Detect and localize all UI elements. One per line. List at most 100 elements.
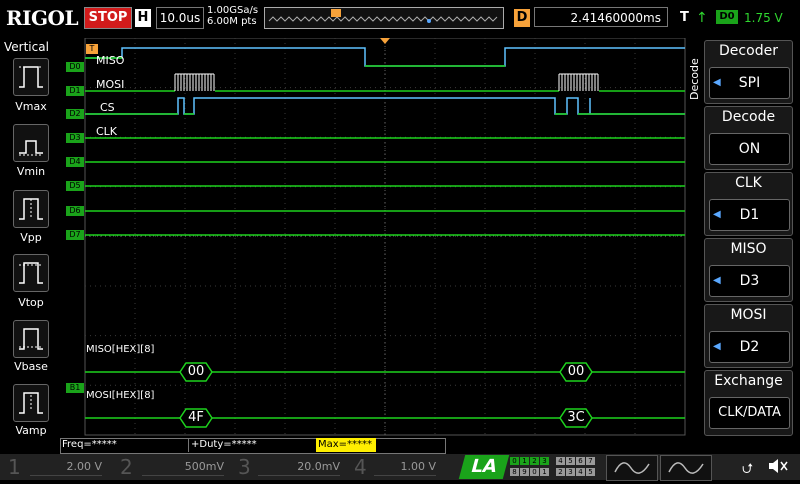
vmax-button[interactable] <box>13 58 49 96</box>
vbase-button[interactable] <box>13 320 49 358</box>
vmax-label: Vmax <box>15 100 47 113</box>
miso-frame-1-value: 00 <box>187 364 205 379</box>
vtop-label: Vtop <box>18 296 44 309</box>
clk-value[interactable]: ◀ D1 <box>709 199 790 231</box>
d5-tag[interactable]: D5 <box>66 181 84 191</box>
la-d9-indicator: 9 <box>520 468 529 476</box>
decode-state-value[interactable]: ON <box>709 133 790 165</box>
trigger-badge: T <box>680 10 689 25</box>
mosi-value[interactable]: ◀ D2 <box>709 331 790 363</box>
d2-tag[interactable]: D2 <box>66 109 84 119</box>
channel-4-status[interactable]: 4 1.00 V <box>348 454 448 480</box>
channel-3-scale: 20.0mV <box>258 459 340 476</box>
sine-wave-icon <box>668 462 704 474</box>
rising-edge-icon: ↑ <box>696 10 708 26</box>
vamp-label: Vamp <box>15 424 47 437</box>
vmin-icon <box>19 140 43 156</box>
la-d13-indicator: 3 <box>566 468 575 476</box>
mute-speaker-icon[interactable] <box>766 456 790 476</box>
la-d8-indicator: 8 <box>510 468 519 476</box>
channel-2-number: 2 <box>120 455 133 479</box>
signal-label-mosi: MOSI <box>96 78 125 91</box>
d3-tag[interactable]: D3 <box>66 133 84 143</box>
run-stop-status[interactable]: STOP <box>84 7 132 29</box>
vmin-label: Vmin <box>16 165 46 178</box>
la-d0-indicator: 0 <box>510 457 519 465</box>
channel-3-status[interactable]: 3 20.0mV <box>232 454 344 480</box>
d4-tag[interactable]: D4 <box>66 157 84 167</box>
mosi-menu-item[interactable]: MOSI ◀ D2 <box>704 304 793 368</box>
mosi-frame-1-value: 4F <box>188 410 204 425</box>
channel-2-status[interactable]: 2 500mV <box>116 454 228 480</box>
memory-depth: 6.00M pts <box>207 16 257 27</box>
clk-menu-item[interactable]: CLK ◀ D1 <box>704 172 793 236</box>
sine-wave-icon <box>614 462 650 474</box>
miso-value[interactable]: ◀ D3 <box>709 265 790 297</box>
d1-tag[interactable]: D1 <box>66 86 84 96</box>
waveform-grid <box>84 37 686 436</box>
channel-4-number: 4 <box>354 455 367 479</box>
vamp-icon <box>19 392 43 414</box>
decode-state-title: Decode <box>721 109 776 125</box>
la-d12-indicator: 2 <box>556 468 565 476</box>
delay-badge: D <box>514 9 530 27</box>
left-arrow-icon: ◀ <box>713 209 721 220</box>
la-channel-indicators: 0 1 2 3 4 5 6 7 8 9 0 1 2 3 4 5 <box>510 456 600 478</box>
la-d3-indicator: 3 <box>540 457 549 465</box>
la-button[interactable]: LA <box>458 455 510 479</box>
timebase-value[interactable]: 10.0us <box>156 7 204 29</box>
la-d11-indicator: 1 <box>540 468 549 476</box>
freq-measurement[interactable]: Freq=***** <box>62 438 186 452</box>
vmax-icon <box>19 66 43 88</box>
miso-menu-item[interactable]: MISO ◀ D3 <box>704 238 793 302</box>
channel-2-scale: 500mV <box>142 459 224 476</box>
channel-1-status[interactable]: 1 2.00 V <box>0 454 112 480</box>
decode-label-miso: MISO[HEX][8] <box>86 344 155 355</box>
channel-1-number: 1 <box>8 455 21 479</box>
vertical-measure-panel: Vmax Vmin Vpp Vtop Vbase Vamp <box>0 38 60 438</box>
channel-4-scale: 1.00 V <box>374 459 436 476</box>
miso-title: MISO <box>730 241 767 257</box>
la-d1-indicator: 1 <box>520 457 529 465</box>
exchange-title: Exchange <box>714 373 783 389</box>
left-arrow-icon: ◀ <box>713 275 721 286</box>
decode-state-menu-item[interactable]: Decode ON <box>704 106 793 170</box>
trigger-source[interactable]: D0 <box>716 10 738 24</box>
vpp-icon <box>19 198 43 220</box>
decoder-value[interactable]: ◀ SPI <box>709 67 790 99</box>
d7-tag[interactable]: D7 <box>66 230 84 240</box>
vmin-button[interactable] <box>13 124 49 162</box>
d0-tag[interactable]: D0 <box>66 62 84 72</box>
source-1-button[interactable] <box>606 455 658 481</box>
duty-measurement[interactable]: +Duty=***** <box>188 438 317 452</box>
vtop-icon <box>19 262 43 284</box>
la-d5-indicator: 5 <box>566 457 575 465</box>
bus-b1-tag[interactable]: B1 <box>66 383 84 393</box>
d6-tag[interactable]: D6 <box>66 206 84 216</box>
waveform-area[interactable] <box>62 37 686 436</box>
left-arrow-icon: ◀ <box>713 341 721 352</box>
max-measurement[interactable]: Max=***** <box>316 438 376 452</box>
la-d14-indicator: 4 <box>576 468 585 476</box>
vpp-label: Vpp <box>20 231 42 244</box>
sample-rate-info: 1.00GSa/s 6.00M pts <box>207 5 258 27</box>
source-2-button[interactable] <box>660 455 712 481</box>
decoder-menu-item[interactable]: Decoder ◀ SPI <box>704 40 793 104</box>
signal-label-clk: CLK <box>96 125 118 138</box>
signal-label-cs: CS <box>100 101 115 114</box>
horizontal-badge: H <box>135 9 151 27</box>
vtop-button[interactable] <box>13 254 49 292</box>
memory-overview-strip[interactable] <box>264 7 504 29</box>
decode-menu-tab[interactable]: Decode <box>688 54 702 104</box>
exchange-value[interactable]: CLK/DATA <box>709 397 790 429</box>
clk-title: CLK <box>735 175 762 191</box>
trigger-marker-tag: T <box>86 44 98 54</box>
vpp-button[interactable] <box>13 190 49 228</box>
trigger-level[interactable]: 1.75 V <box>744 9 783 27</box>
delay-value[interactable]: 2.41460000ms <box>534 7 668 27</box>
exchange-menu-item[interactable]: Exchange CLK/DATA <box>704 370 793 436</box>
trigger-position-marker[interactable] <box>380 38 390 44</box>
vamp-button[interactable] <box>13 384 49 422</box>
channel-3-number: 3 <box>238 455 251 479</box>
decoder-title: Decoder <box>719 43 778 59</box>
